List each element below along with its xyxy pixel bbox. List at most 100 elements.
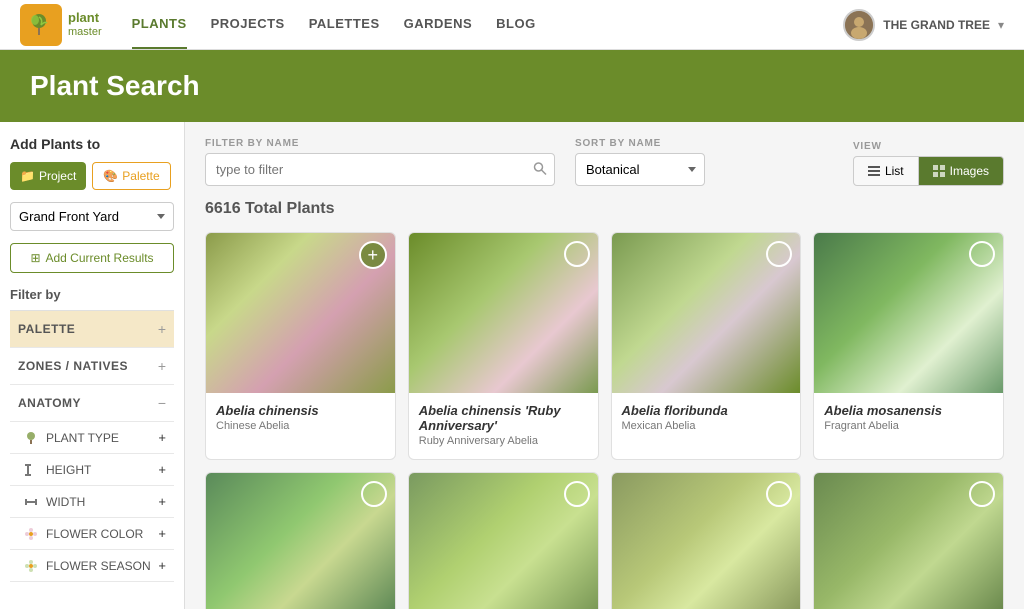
plant-type-plus-icon: + <box>158 430 166 445</box>
width-plus-icon: + <box>158 494 166 509</box>
sort-by-name-label: SORT BY NAME <box>575 138 705 149</box>
filter-zones[interactable]: ZONES / NATIVES + <box>10 348 174 385</box>
plus-icon: ⊞ <box>30 251 40 265</box>
search-input[interactable] <box>205 153 555 186</box>
plant-card[interactable]: Abelia × grandiflora 'Confetti'Confetti … <box>813 472 1004 609</box>
folder-icon: 📁 <box>20 169 35 183</box>
user-name: THE GRAND TREE <box>883 18 990 32</box>
list-view-button[interactable]: List <box>853 156 919 186</box>
add-plants-label: Add Plants to <box>10 136 174 152</box>
add-to-buttons: 📁 Project 🎨 Palette <box>10 162 174 190</box>
plant-select-button[interactable] <box>969 481 995 507</box>
search-toolbar: FILTER BY NAME SORT BY NAME Botanical Co… <box>205 138 1004 186</box>
search-icon <box>533 161 547 175</box>
filter-anatomy-icon: − <box>158 395 166 411</box>
filter-palette[interactable]: PALETTE + <box>10 311 174 348</box>
main-layout: Add Plants to 📁 Project 🎨 Palette Grand … <box>0 122 1024 609</box>
plant-select-button[interactable] <box>564 241 590 267</box>
filter-sections: PALETTE + ZONES / NATIVES + ANATOMY − PL… <box>10 310 174 582</box>
search-input-wrap <box>205 153 555 186</box>
plant-select-button[interactable] <box>969 241 995 267</box>
user-avatar <box>843 9 875 41</box>
content-area: FILTER BY NAME SORT BY NAME Botanical Co… <box>185 122 1024 609</box>
filter-plant-type[interactable]: PLANT TYPE + <box>10 422 174 454</box>
plant-select-button[interactable] <box>766 241 792 267</box>
nav-gardens[interactable]: GARDENS <box>404 0 473 49</box>
palette-button[interactable]: 🎨 Palette <box>92 162 170 190</box>
view-label: VIEW <box>853 141 1004 152</box>
palette-icon: 🎨 <box>103 169 118 183</box>
images-view-button[interactable]: Images <box>919 156 1004 186</box>
plant-select-button[interactable] <box>766 481 792 507</box>
add-current-results-button[interactable]: ⊞ Add Current Results <box>10 243 174 273</box>
search-icon-button[interactable] <box>533 161 547 178</box>
filter-flower-season-label: FLOWER SEASON <box>24 559 151 573</box>
height-plus-icon: + <box>158 462 166 477</box>
logo[interactable]: plant master <box>20 4 102 46</box>
filter-anatomy[interactable]: ANATOMY − <box>10 385 174 422</box>
nav-palettes[interactable]: PALETTES <box>309 0 380 49</box>
flower-color-icon <box>24 527 38 541</box>
user-chevron-icon: ▾ <box>998 18 1004 32</box>
filter-by-name-label: FILTER BY NAME <box>205 138 555 149</box>
filter-height[interactable]: HEIGHT + <box>10 454 174 486</box>
plant-common-name: Mexican Abelia <box>622 420 791 432</box>
filter-width[interactable]: WIDTH + <box>10 486 174 518</box>
plant-card[interactable]: Abelia chinensis 'Ruby Anniversary' Ruby … <box>408 232 599 460</box>
nav-projects[interactable]: PROJECTS <box>211 0 285 49</box>
view-group: VIEW List <box>853 141 1004 186</box>
page-title: Plant Search <box>30 70 994 102</box>
nav-plants[interactable]: PLANTS <box>132 0 187 49</box>
plant-card[interactable]: Abelia floribunda Mexican Abelia <box>611 232 802 460</box>
filter-zones-icon: + <box>158 358 166 374</box>
user-menu[interactable]: THE GRAND TREE ▾ <box>843 9 1004 41</box>
flower-season-icon <box>24 559 38 573</box>
filter-flower-color[interactable]: FLOWER COLOR + <box>10 518 174 550</box>
list-icon <box>868 165 880 177</box>
logo-text: plant master <box>68 10 102 39</box>
filter-width-label: WIDTH <box>24 495 85 509</box>
navbar: plant master PLANTS PROJECTS PALETTES GA… <box>0 0 1024 50</box>
project-button[interactable]: 📁 Project <box>10 162 86 190</box>
page-header: Plant Search <box>0 50 1024 122</box>
plant-grid: + Abelia chinensis Chinese Abelia Abelia ch… <box>205 232 1004 609</box>
plant-card[interactable]: Abelia × grandiflora 'Kaleidoscope'Kalei… <box>611 472 802 609</box>
plant-scientific-name: Abelia chinensis <box>216 403 385 418</box>
sidebar: Add Plants to 📁 Project 🎨 Palette Grand … <box>0 122 185 609</box>
flower-color-plus-icon: + <box>158 526 166 541</box>
filter-flower-season[interactable]: FLOWER SEASON + <box>10 550 174 582</box>
filter-palette-label: PALETTE <box>18 322 75 336</box>
width-icon <box>24 495 38 509</box>
plant-add-button[interactable]: + <box>359 241 387 269</box>
plant-common-name: Ruby Anniversary Abelia <box>419 435 588 447</box>
plant-select-button[interactable] <box>564 481 590 507</box>
plant-card[interactable]: Abelia mosanensisFragrant Abelia <box>813 232 1004 460</box>
images-icon <box>933 165 945 177</box>
plant-card[interactable]: Abelia schumanniiSchumann's Abelia <box>205 472 396 609</box>
flower-season-plus-icon: + <box>158 558 166 573</box>
nav-blog[interactable]: BLOG <box>496 0 536 49</box>
plant-scientific-name: Abelia mosanensis <box>824 403 993 418</box>
plant-scientific-name: Abelia floribunda <box>622 403 791 418</box>
plant-scientific-name: Abelia chinensis 'Ruby Anniversary' <box>419 403 588 433</box>
garden-dropdown[interactable]: Grand Front Yard Back Garden Side Yard <box>10 202 174 231</box>
filter-height-label: HEIGHT <box>24 463 91 477</box>
nav-links: PLANTS PROJECTS PALETTES GARDENS BLOG <box>132 0 844 49</box>
filter-anatomy-label: ANATOMY <box>18 396 81 410</box>
sort-by-name-group: SORT BY NAME Botanical Common Family <box>575 138 705 186</box>
sort-select[interactable]: Botanical Common Family <box>575 153 705 186</box>
filter-by-name-group: FILTER BY NAME <box>205 138 555 186</box>
plant-select-button[interactable] <box>361 481 387 507</box>
filter-plant-type-label: PLANT TYPE <box>24 431 119 445</box>
view-toggle: List Images <box>853 156 1004 186</box>
plant-card[interactable]: + Abelia chinensis Chinese Abelia <box>205 232 396 460</box>
filter-flower-color-label: FLOWER COLOR <box>24 527 143 541</box>
total-plants: 6616 Total Plants <box>205 200 1004 218</box>
plant-type-icon <box>24 431 38 445</box>
plant-common-name: Chinese Abelia <box>216 420 385 432</box>
logo-icon <box>20 4 62 46</box>
filter-by-label: Filter by <box>10 287 174 302</box>
filter-palette-icon: + <box>158 321 166 337</box>
plant-card[interactable]: Abelia × grandifloraGlossy Abelia <box>408 472 599 609</box>
filter-zones-label: ZONES / NATIVES <box>18 359 128 373</box>
